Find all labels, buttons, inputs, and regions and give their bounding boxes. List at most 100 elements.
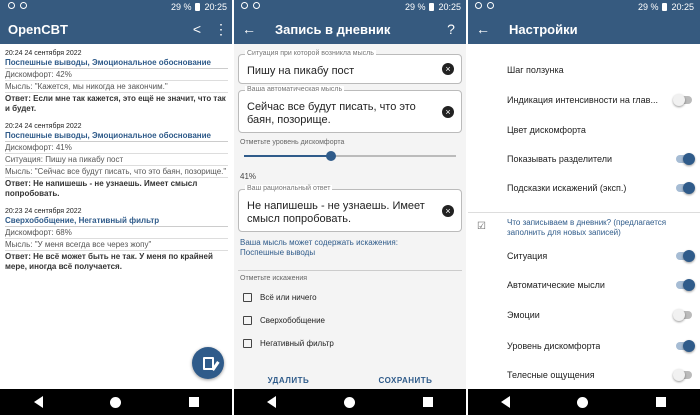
setting-row[interactable]: Ситуация	[507, 241, 695, 271]
notification-icon	[8, 2, 15, 9]
setting-label: Автоматические мысли	[507, 280, 605, 290]
situation-value: Пишу на пикабу пост	[247, 65, 355, 77]
setting-row[interactable]: Уровень дискомфорта	[507, 331, 695, 361]
toggle-switch[interactable]	[673, 369, 692, 381]
back-arrow-icon[interactable]: ←	[237, 21, 261, 37]
entry-discomfort: Дискомфорт: 68%	[5, 227, 228, 239]
back-nav-icon[interactable]	[267, 396, 276, 408]
toggle-switch[interactable]	[676, 250, 695, 262]
navigation-bar	[0, 389, 233, 415]
battery-icon	[662, 3, 668, 11]
setting-label: Индикация интенсивности на глав...	[507, 95, 658, 105]
notification-icon	[20, 2, 27, 9]
entry-distortions: Сверхобобщение, Негативный фильтр	[5, 215, 228, 227]
settings-list: Шаг ползунка Индикация интенсивности на …	[467, 44, 700, 389]
edit-note-icon	[202, 356, 214, 370]
thought-value: Сейчас все будут писать, что это баян, п…	[247, 101, 416, 126]
status-bar: 29 % 20:25	[233, 0, 467, 14]
toggle-knob	[683, 153, 695, 165]
toggle-knob	[683, 279, 695, 291]
clear-answer-icon[interactable]: ×	[442, 204, 454, 217]
recents-nav-icon[interactable]	[189, 397, 200, 407]
list-item[interactable]: 20:24 24 сентября 2022 Поспешные выводы,…	[5, 50, 228, 115]
clear-thought-icon[interactable]: ×	[442, 105, 454, 118]
entry-time: 20:23 24 сентября 2022	[5, 208, 82, 215]
situation-field[interactable]: Ситуация при которой возникла мысль Пишу…	[238, 50, 462, 84]
home-nav-icon[interactable]	[110, 396, 122, 408]
home-nav-icon[interactable]	[344, 396, 355, 408]
notification-icon	[241, 2, 248, 9]
setting-row[interactable]: Подсказки искажений (эксп.)	[507, 173, 695, 203]
discomfort-slider[interactable]	[244, 150, 456, 162]
save-button[interactable]: СОХРАНИТЬ	[378, 376, 432, 385]
entry-form: Ситуация при которой возникла мысль Пишу…	[233, 44, 467, 389]
list-item[interactable]: 20:23 24 сентября 2022 Сверхобобщение, Н…	[5, 208, 228, 273]
checkbox-negative-filter[interactable]: Негативный фильтр	[243, 337, 462, 349]
list-item[interactable]: 20:24 24 сентября 2022 Поспешные выводы,…	[5, 123, 228, 200]
entry-thought: Мысль: "У меня всегда все через жопу"	[5, 239, 228, 251]
setting-row[interactable]: Автоматические мысли	[507, 270, 695, 300]
clear-situation-icon[interactable]: ×	[442, 63, 454, 75]
discomfort-percent: 41%	[240, 172, 257, 181]
entry-answer: Ответ: Не напишешь - не узнаешь. Имеет с…	[5, 179, 198, 198]
toggle-switch[interactable]	[676, 153, 695, 165]
entry-time: 20:24 24 сентября 2022	[5, 123, 82, 130]
thought-field[interactable]: Ваша автоматическая мысль Сейчас все буд…	[238, 86, 462, 133]
checkbox-icon[interactable]	[243, 292, 252, 302]
checkbox-icon[interactable]	[243, 315, 252, 325]
entries-list: 20:24 24 сентября 2022 Поспешные выводы,…	[0, 44, 233, 389]
app-bar: OpenCBT < ⋮	[0, 14, 233, 44]
toggle-switch[interactable]	[676, 279, 695, 291]
back-nav-icon[interactable]	[33, 396, 43, 408]
slider-knob[interactable]	[325, 151, 336, 161]
page-title: Настройки	[509, 21, 578, 37]
checkbox-label: Сверхобобщение	[260, 315, 325, 325]
answer-field[interactable]: Ваш рациональный ответ Не напишешь - не …	[238, 185, 462, 232]
toggle-switch[interactable]	[673, 94, 692, 106]
help-icon[interactable]: ?	[439, 21, 463, 37]
more-icon[interactable]: ⋮	[209, 21, 233, 38]
entry-distortions: Поспешные выводы, Эмоциональное обоснова…	[5, 130, 228, 142]
toggle-switch[interactable]	[676, 182, 695, 194]
toggle-switch[interactable]	[673, 309, 692, 321]
form-actions: УДАЛИТЬ СОХРАНИТЬ	[233, 376, 467, 385]
status-bar: 29 % 20:25	[467, 0, 700, 14]
recents-nav-icon[interactable]	[423, 397, 433, 407]
share-icon[interactable]: <	[185, 21, 209, 37]
home-nav-icon[interactable]	[577, 396, 589, 408]
setting-label: Ситуация	[507, 251, 548, 261]
new-entry-button[interactable]	[192, 347, 224, 379]
setting-row[interactable]: Показывать разделители	[507, 144, 695, 174]
setting-label: Показывать разделители	[507, 154, 612, 164]
toggle-switch[interactable]	[676, 340, 695, 352]
back-arrow-icon[interactable]: ←	[471, 21, 495, 37]
delete-button[interactable]: УДАЛИТЬ	[268, 376, 310, 385]
setting-row[interactable]: Индикация интенсивности на глав...	[507, 85, 692, 115]
setting-label: Телесные ощущения	[507, 370, 595, 380]
entry-thought: Мысль: "Кажется, мы никогда не закончим.…	[5, 81, 228, 93]
recents-nav-icon[interactable]	[656, 397, 667, 407]
toggle-knob	[683, 182, 695, 194]
clock: 20:25	[438, 2, 461, 12]
screen-divider	[232, 0, 234, 415]
screen-divider	[466, 0, 468, 415]
distortion-warning: Ваша мысль может содержать искажения: По…	[240, 238, 462, 258]
distortions-label: Отметьте искажения	[238, 270, 462, 284]
app-bar: ← Запись в дневник ?	[233, 14, 467, 44]
checkbox-icon[interactable]	[243, 338, 252, 348]
app-bar: ← Настройки	[467, 14, 700, 44]
clock: 20:25	[204, 2, 227, 12]
status-bar: 29 % 20:25	[0, 0, 233, 14]
notification-icon	[487, 2, 494, 9]
notification-icon	[475, 2, 482, 9]
toggle-knob	[673, 309, 685, 321]
back-nav-icon[interactable]	[500, 396, 510, 408]
checkbox-overgeneralization[interactable]: Сверхобобщение	[243, 314, 462, 326]
setting-label: Эмоции	[507, 310, 540, 320]
setting-row[interactable]: Эмоции	[507, 300, 692, 330]
slider-label: Отметьте уровень дискомфорта	[240, 139, 345, 146]
setting-row[interactable]: Телесные ощущения	[507, 360, 692, 390]
setting-row[interactable]: Цвет дискомфорта	[507, 115, 692, 145]
setting-row[interactable]: Шаг ползунка	[507, 55, 692, 85]
checkbox-all-or-nothing[interactable]: Всё или ничего	[243, 291, 462, 303]
